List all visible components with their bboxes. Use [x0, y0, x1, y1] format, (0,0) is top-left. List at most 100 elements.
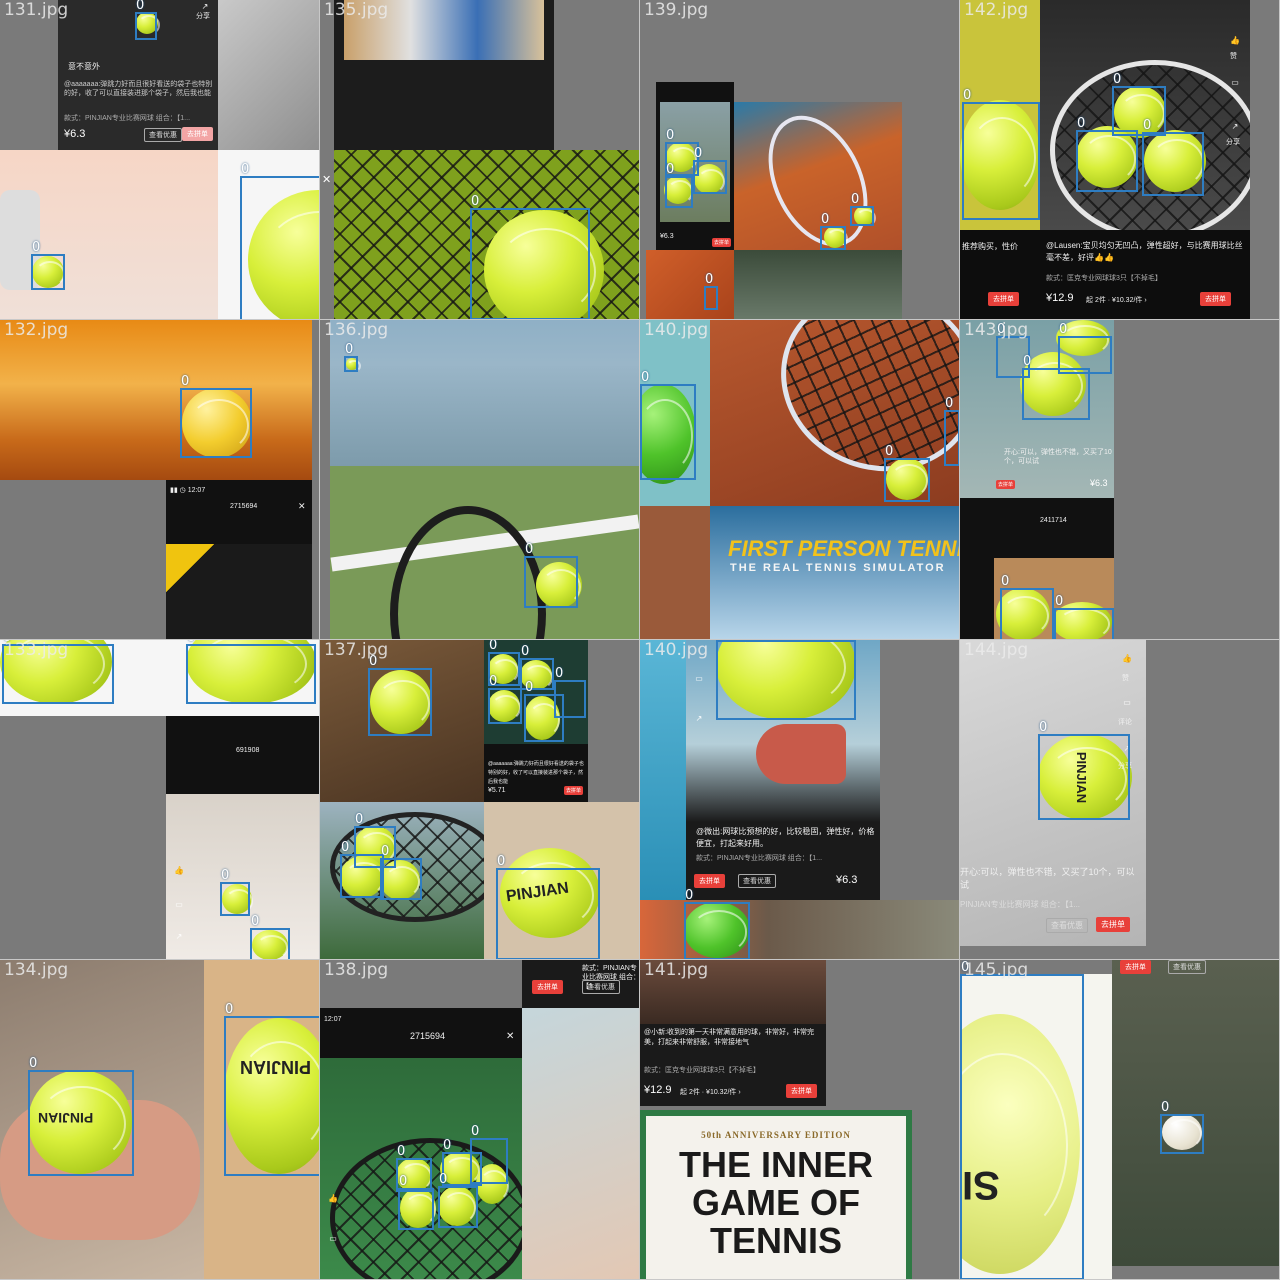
- game-title: FIRST PERSON TENNIS: [728, 536, 960, 561]
- comment-icon[interactable]: ▭: [1226, 78, 1244, 87]
- bounding-box: 0: [1160, 1101, 1204, 1154]
- price: ¥5.71: [488, 787, 506, 794]
- book-title-line2: GAME OF: [692, 1182, 860, 1223]
- book-edition: 50th ANNIVERSARY EDITION: [701, 1130, 851, 1140]
- tile-filename: 141.jpg: [644, 960, 709, 980]
- bounding-box: 0: [340, 841, 384, 898]
- bounding-box: 0: [693, 147, 727, 194]
- comment-icon[interactable]: ▭: [690, 674, 708, 683]
- tile-filename: 140.jpg: [644, 640, 709, 660]
- buy-button[interactable]: 去拼单: [532, 980, 563, 994]
- buy-button[interactable]: 去拼单: [182, 127, 213, 141]
- review-text: 开心:可以，弹性也不错，又买了10个，可以试: [960, 867, 1135, 890]
- tile-139: 139.jpg ¥6.3 去拼单 0 0 0 0 0 0: [640, 0, 960, 320]
- share-icon[interactable]: ↗: [196, 2, 214, 11]
- order-id: 2715694: [410, 1031, 446, 1041]
- style-line: 款式：PINJIAN专业比赛网球 组合：【1...: [696, 855, 823, 862]
- court-photo: 去拼单 查看优惠: [1112, 960, 1279, 1266]
- court-photo: [640, 506, 710, 639]
- like-icon[interactable]: 👍: [324, 1194, 342, 1203]
- share-icon[interactable]: ↗: [1226, 122, 1244, 131]
- blank-panel: [1146, 640, 1279, 946]
- bounding-box: 0: [962, 89, 1040, 220]
- phone-screenshot-panel: ▮▮ ◷ 12:07 2715694 ✕: [166, 480, 312, 639]
- buy-button[interactable]: 去拼单: [694, 874, 725, 888]
- comment-icon[interactable]: ▭: [324, 1234, 342, 1243]
- bag-photo: [166, 544, 312, 639]
- close-icon[interactable]: ✕: [298, 502, 306, 511]
- review-text: @aaaaaaa:弹跳力好而且很好看送的袋子也特别的好，收了可以直接装进那个袋子…: [64, 81, 213, 97]
- court-photo: [734, 250, 902, 319]
- bounding-box: 0: [496, 855, 600, 959]
- comment-icon[interactable]: ▭: [1118, 698, 1136, 707]
- bounding-box: 0: [368, 655, 432, 736]
- like-icon[interactable]: 👍: [1226, 36, 1244, 45]
- coupon-button[interactable]: 查看优惠: [738, 874, 776, 888]
- close-icon[interactable]: ✕: [506, 1032, 514, 1042]
- share-icon[interactable]: ↗: [690, 714, 708, 723]
- bounding-box: 0: [380, 845, 422, 900]
- close-icon[interactable]: ✕: [322, 175, 331, 186]
- status-bar: 12:07: [324, 1016, 342, 1023]
- bounding-box: 0: [240, 163, 319, 319]
- buy-button[interactable]: 去拼单: [1200, 292, 1231, 306]
- comment-icon[interactable]: ▭: [170, 900, 188, 909]
- review-text: @aaaaaaa:弹跳力好而且很好看送的袋子也特别的好，收了可以直接装进那个袋子…: [488, 761, 584, 785]
- coupon-button[interactable]: 查看优惠: [582, 980, 620, 994]
- like-icon[interactable]: 👍: [1118, 654, 1136, 663]
- coupon-button[interactable]: 查看优惠: [1168, 960, 1206, 974]
- bounding-box: 0: [1112, 73, 1166, 136]
- coupon-button[interactable]: 查看优惠: [144, 128, 182, 142]
- buy-button[interactable]: 去拼单: [1120, 960, 1151, 974]
- status-bar: ▮▮ ◷ 12:07: [170, 487, 206, 494]
- coupon-button[interactable]: 查看优惠: [1046, 918, 1088, 933]
- buy-button[interactable]: 去拼单: [712, 238, 732, 247]
- tile-134: 134.jpg PINJIAN PINJIAN 0 0: [0, 960, 320, 1280]
- bounding-box: 0: [250, 915, 290, 959]
- like-label: 赞: [1230, 53, 1237, 60]
- bounding-box: 0: [470, 195, 590, 319]
- bounding-box: 0: [180, 375, 252, 458]
- like-icon[interactable]: 👍: [170, 866, 188, 875]
- price: ¥12.9: [644, 1084, 672, 1096]
- review-text-left: 推荐购买，性价: [962, 242, 1018, 251]
- price: ¥6.3: [660, 233, 674, 240]
- sunset-ball-photo: [0, 320, 312, 480]
- tile-138: 138.jpg 款式：PINJIAN专业比赛网球 组合：【1... 去拼单 查看…: [320, 960, 640, 1280]
- game-cover-photo: FIRST PERSON TENNIS THE REAL TENNIS SIMU…: [710, 506, 960, 639]
- basket-photo: [166, 794, 319, 959]
- racket-on-court-photo: [330, 466, 639, 639]
- racket-photo: [218, 0, 319, 150]
- review-text: @Lausen:宝贝均匀无凹凸，弹性超好，与比赛用球比丝毫不差，好评👍👍: [1046, 241, 1243, 262]
- order-id: 691908: [236, 747, 260, 754]
- tile-filename: 142.jpg: [964, 0, 1029, 20]
- order-id: 2715694: [230, 503, 258, 510]
- tile-137: 137.jpg @aaaaaaa:弹跳力好而且很好看送的袋子也特别的好，收了可以…: [320, 640, 640, 960]
- like-label: 赞: [1122, 675, 1129, 682]
- book-title-line3: TENNIS: [709, 1220, 842, 1261]
- tile-filename: 144.jpg: [964, 640, 1029, 660]
- tile-filename: 137.jpg: [324, 640, 389, 660]
- tile-filename: 140.jpg: [644, 320, 709, 340]
- sky-photo: [640, 640, 686, 900]
- tile-144: 144.jpg PINJIAN 👍 赞 ▭ 评论 ↗ 分享 开心:可以，弹性也不…: [960, 640, 1280, 960]
- phone-screenshot-panel: 691908 👍 ▭ ↗: [166, 716, 319, 959]
- buy-button[interactable]: 去拼单: [1096, 917, 1130, 932]
- bounding-box: 0: [850, 193, 874, 226]
- buy-button[interactable]: 去拼单: [786, 1084, 817, 1098]
- share-icon[interactable]: ↗: [170, 932, 188, 941]
- share-label: 分享: [196, 13, 210, 20]
- buy-button[interactable]: 去拼单: [564, 786, 584, 795]
- bounding-box: 0: [220, 869, 250, 916]
- bounding-box: 0: [438, 1173, 478, 1228]
- tile-filename: 136.jpg: [324, 320, 389, 340]
- tile-143: 143.jpg 开心:可以，弹性也不错，又买了10个，可以试 去拼单 ¥6.3 …: [960, 320, 1280, 640]
- bounding-box: 0: [470, 1125, 508, 1184]
- bounding-box: 0: [716, 640, 856, 720]
- bounding-box: 0: [488, 675, 522, 724]
- buy-button[interactable]: 去拼单: [996, 480, 1016, 489]
- bounding-box: 0: [28, 1057, 134, 1176]
- review-text: 开心:可以，弹性也不错，又买了10个，可以试: [1004, 449, 1112, 465]
- bounding-box: 0: [398, 1175, 434, 1230]
- buy-button[interactable]: 去拼单: [988, 292, 1019, 306]
